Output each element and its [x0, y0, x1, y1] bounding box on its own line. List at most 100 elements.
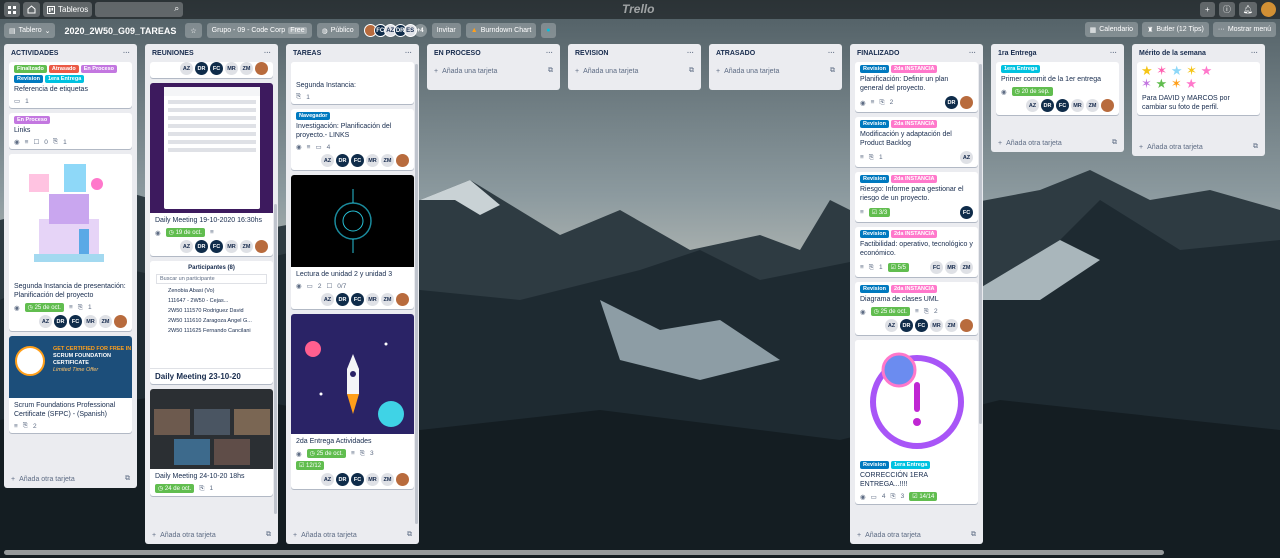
member-avatar[interactable] — [1101, 99, 1114, 112]
member-avatar[interactable]: MR — [225, 240, 238, 253]
add-card-button[interactable]: + Añada otra tarjeta ⧉ — [145, 526, 278, 544]
card[interactable]: Lectura de unidad 2 y unidad 3 ◉ ▭ 2 ☐ 0/7… — [291, 175, 414, 309]
members-more[interactable]: +4 — [413, 24, 427, 37]
list-scrollbar[interactable] — [979, 64, 982, 424]
member-avatar[interactable]: DR — [336, 154, 349, 167]
add-card-button[interactable]: + Añada una tarjeta ⧉ — [709, 62, 842, 80]
user-avatar[interactable] — [1261, 2, 1276, 17]
list-menu-icon[interactable]: ··· — [1251, 50, 1258, 57]
member-avatar[interactable]: DR — [336, 473, 349, 486]
list-header[interactable]: REVISION ··· — [568, 44, 701, 62]
list-menu-icon[interactable]: ··· — [687, 50, 694, 57]
member-avatar[interactable]: ZM — [960, 261, 973, 274]
search-input[interactable]: ⌕ — [95, 2, 184, 17]
member-avatar[interactable]: FC — [210, 62, 223, 75]
calendar-button[interactable]: ▦ Calendario — [1084, 22, 1139, 37]
member-avatar[interactable]: FC — [69, 315, 82, 328]
add-card-button[interactable]: + Añada una tarjeta ⧉ — [568, 62, 701, 80]
template-icon[interactable]: ⧉ — [830, 67, 835, 75]
visibility-button[interactable]: ◍ Público — [316, 23, 359, 38]
add-card-button[interactable]: + Añada otra tarjeta ⧉ — [991, 134, 1124, 152]
list-header[interactable]: REUNIONES ··· — [145, 44, 278, 62]
member-avatar[interactable]: AZ — [321, 154, 334, 167]
team-button[interactable]: Grupo - 09 - Code Corp Free — [206, 23, 312, 38]
template-icon[interactable]: ⧉ — [1253, 143, 1258, 151]
member-avatar[interactable]: ZM — [381, 154, 394, 167]
invite-button[interactable]: Invitar — [431, 23, 461, 38]
member-avatar[interactable] — [396, 154, 409, 167]
template-icon[interactable]: ⧉ — [407, 531, 412, 539]
member-avatar[interactable]: MR — [225, 62, 238, 75]
member-avatar[interactable]: ZM — [381, 473, 394, 486]
member-avatar[interactable]: MR — [84, 315, 97, 328]
member-avatar[interactable]: ZM — [240, 240, 253, 253]
member-avatar[interactable]: FC — [351, 473, 364, 486]
card[interactable]: Revision 2da INSTANCIA Riesgo: Informe p… — [855, 172, 978, 222]
view-switcher[interactable]: ▤ Tablero ⌄ — [4, 23, 56, 38]
powerup-button[interactable]: ● — [541, 23, 556, 38]
list-header[interactable]: ATRASADO ··· — [709, 44, 842, 62]
member-avatar[interactable]: ZM — [1086, 99, 1099, 112]
member-avatar[interactable]: DR — [1041, 99, 1054, 112]
card[interactable]: En Proceso Links ◉ ≡ ☐ 0 ⎘ 1 — [9, 113, 132, 149]
member-avatar[interactable] — [396, 473, 409, 486]
member-avatar[interactable] — [396, 293, 409, 306]
card[interactable]: Revision 2da INSTANCIA Planificación: De… — [855, 62, 978, 112]
apps-button[interactable] — [4, 2, 20, 17]
template-icon[interactable]: ⧉ — [689, 67, 694, 75]
member-avatar[interactable]: FC — [960, 206, 973, 219]
info-button[interactable]: ⓘ — [1218, 2, 1235, 17]
list-menu-icon[interactable]: ··· — [123, 50, 130, 57]
list-header[interactable]: FINALIZADO ··· — [850, 44, 983, 62]
card[interactable]: Revision 2da INSTANCIA Diagrama de clase… — [855, 282, 978, 335]
list-header[interactable]: 1ra Entrega ··· — [991, 44, 1124, 62]
member-avatar[interactable]: FC — [915, 319, 928, 332]
member-avatar[interactable]: DR — [195, 62, 208, 75]
member-avatar[interactable]: DR — [336, 293, 349, 306]
member-avatar[interactable]: ZM — [240, 62, 253, 75]
card[interactable]: Finalizado Atrasado En Proceso Revision … — [9, 62, 132, 108]
trello-logo[interactable]: Trello — [622, 2, 654, 16]
member-avatar[interactable]: ZM — [381, 293, 394, 306]
member-avatar[interactable]: AZ — [1026, 99, 1039, 112]
show-menu-button[interactable]: ··· Mostrar menú — [1212, 22, 1276, 37]
add-card-button[interactable]: + Añada otra tarjeta ⧉ — [4, 470, 137, 488]
template-icon[interactable]: ⧉ — [125, 475, 130, 483]
member-avatar[interactable] — [255, 240, 268, 253]
board-title[interactable]: 2020_2W50_G09_TAREAS — [60, 26, 180, 36]
card[interactable]: Segunda Instancia de presentación: Plani… — [9, 154, 132, 331]
member-avatar[interactable] — [255, 62, 268, 75]
member-avatar[interactable]: AZ — [960, 151, 973, 164]
star-button[interactable]: ☆ — [185, 23, 202, 38]
member-avatar[interactable]: FC — [1056, 99, 1069, 112]
list-header[interactable]: TAREAS ··· — [286, 44, 419, 62]
member-avatar[interactable]: DR — [195, 240, 208, 253]
list-menu-icon[interactable]: ··· — [1110, 50, 1117, 57]
butler-button[interactable]: ♜ Butler (12 Tips) — [1142, 22, 1209, 37]
list-scrollbar[interactable] — [415, 64, 418, 524]
member-avatar[interactable] — [960, 96, 973, 109]
template-icon[interactable]: ⧉ — [971, 531, 976, 539]
list-header[interactable]: EN PROCESO ··· — [427, 44, 560, 62]
create-button[interactable]: + — [1199, 2, 1215, 17]
card[interactable]: Segunda Instancia: ⎘ 1 — [291, 62, 414, 104]
add-card-button[interactable]: + Añada otra tarjeta ⧉ — [286, 526, 419, 544]
member-avatar[interactable]: MR — [366, 473, 379, 486]
list-menu-icon[interactable]: ··· — [264, 50, 271, 57]
member-avatar[interactable]: DR — [945, 96, 958, 109]
burndown-button[interactable]: ▲ Burndown Chart — [465, 23, 537, 38]
member-avatar[interactable]: MR — [930, 319, 943, 332]
board-horizontal-scrollbar[interactable] — [0, 550, 1280, 556]
template-icon[interactable]: ⧉ — [548, 67, 553, 75]
card[interactable]: AZ DR FC MR ZM — [150, 62, 273, 78]
card[interactable]: ★ ✶ ★ ✶ ★ ✶ ★ ✶ ★ Para DAVID y MARCOS po… — [1137, 62, 1260, 115]
card[interactable]: Daily Meeting 24-10-20 18hs ◷ 24 de oct.… — [150, 389, 273, 496]
add-card-button[interactable]: + Añada otra tarjeta ⧉ — [1132, 138, 1265, 156]
member-avatar[interactable]: AZ — [180, 240, 193, 253]
member-avatar[interactable]: MR — [366, 293, 379, 306]
list-menu-icon[interactable]: ··· — [828, 50, 835, 57]
template-icon[interactable]: ⧉ — [1112, 139, 1117, 147]
card[interactable]: Revision 2da INSTANCIA Factibilidad: ope… — [855, 227, 978, 277]
card[interactable]: Navegador Investigación: Planificación d… — [291, 109, 414, 170]
member-avatar[interactable]: FC — [351, 293, 364, 306]
